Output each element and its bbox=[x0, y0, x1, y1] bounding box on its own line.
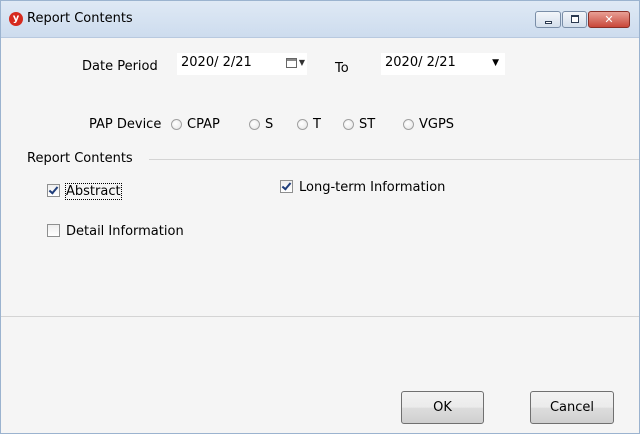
date-period-label: Date Period bbox=[82, 59, 158, 74]
app-logo-icon: y bbox=[9, 12, 23, 26]
section-divider bbox=[149, 159, 639, 160]
section-divider-bottom bbox=[1, 316, 639, 317]
checkbox-label: Detail Information bbox=[66, 224, 184, 239]
radio-label: ST bbox=[359, 117, 376, 132]
report-contents-dialog: y Report Contents ✕ Date Period 2020/ 2/… bbox=[0, 0, 640, 434]
radio-t[interactable]: T bbox=[297, 117, 321, 133]
pap-device-label: PAP Device bbox=[89, 117, 162, 132]
radio-st[interactable]: ST bbox=[343, 117, 375, 133]
maximize-button[interactable] bbox=[562, 11, 587, 28]
calendar-icon[interactable] bbox=[286, 58, 297, 68]
checkbox-checked-icon[interactable] bbox=[47, 184, 60, 197]
radio-circle-icon[interactable] bbox=[171, 119, 182, 130]
report-contents-section-title: Report Contents bbox=[27, 151, 133, 166]
minimize-icon bbox=[545, 21, 552, 24]
checkbox-label: Long-term Information bbox=[299, 180, 446, 195]
checkbox-detail-information[interactable]: Detail Information bbox=[47, 224, 184, 240]
checkbox-label: Abstract bbox=[65, 183, 122, 200]
close-icon: ✕ bbox=[604, 13, 614, 26]
radio-cpap[interactable]: CPAP bbox=[171, 117, 220, 133]
date-to-value: 2020/ 2/21 bbox=[385, 55, 456, 70]
checkbox-checked-icon[interactable] bbox=[280, 180, 293, 193]
window-title: Report Contents bbox=[27, 11, 133, 26]
radio-circle-icon[interactable] bbox=[297, 119, 308, 130]
maximize-icon bbox=[571, 15, 579, 23]
date-from-picker[interactable]: 2020/ 2/21 ▼ bbox=[177, 53, 307, 75]
title-bar[interactable]: y Report Contents ✕ bbox=[1, 1, 639, 38]
close-button[interactable]: ✕ bbox=[588, 11, 630, 28]
radio-vgps[interactable]: VGPS bbox=[403, 117, 454, 133]
dropdown-arrow-icon[interactable]: ▼ bbox=[492, 53, 499, 74]
minimize-button[interactable] bbox=[535, 11, 561, 28]
checkbox-long-term-information[interactable]: Long-term Information bbox=[280, 180, 445, 196]
radio-label: S bbox=[265, 117, 274, 132]
date-to-picker[interactable]: 2020/ 2/21 ▼ bbox=[381, 53, 505, 75]
date-to-label: To bbox=[335, 61, 349, 76]
radio-label: CPAP bbox=[187, 117, 220, 132]
radio-label: T bbox=[313, 117, 321, 132]
radio-circle-icon[interactable] bbox=[249, 119, 260, 130]
radio-s[interactable]: S bbox=[249, 117, 273, 133]
checkbox-abstract[interactable]: Abstract bbox=[47, 183, 122, 200]
date-from-value: 2020/ 2/21 bbox=[181, 55, 252, 70]
ok-button[interactable]: OK bbox=[401, 391, 484, 424]
radio-circle-icon[interactable] bbox=[403, 119, 414, 130]
radio-label: VGPS bbox=[419, 117, 455, 132]
chevron-down-icon[interactable]: ▼ bbox=[299, 53, 305, 73]
cancel-button[interactable]: Cancel bbox=[530, 391, 614, 424]
checkbox-unchecked-icon[interactable] bbox=[47, 224, 60, 237]
radio-circle-icon[interactable] bbox=[343, 119, 354, 130]
